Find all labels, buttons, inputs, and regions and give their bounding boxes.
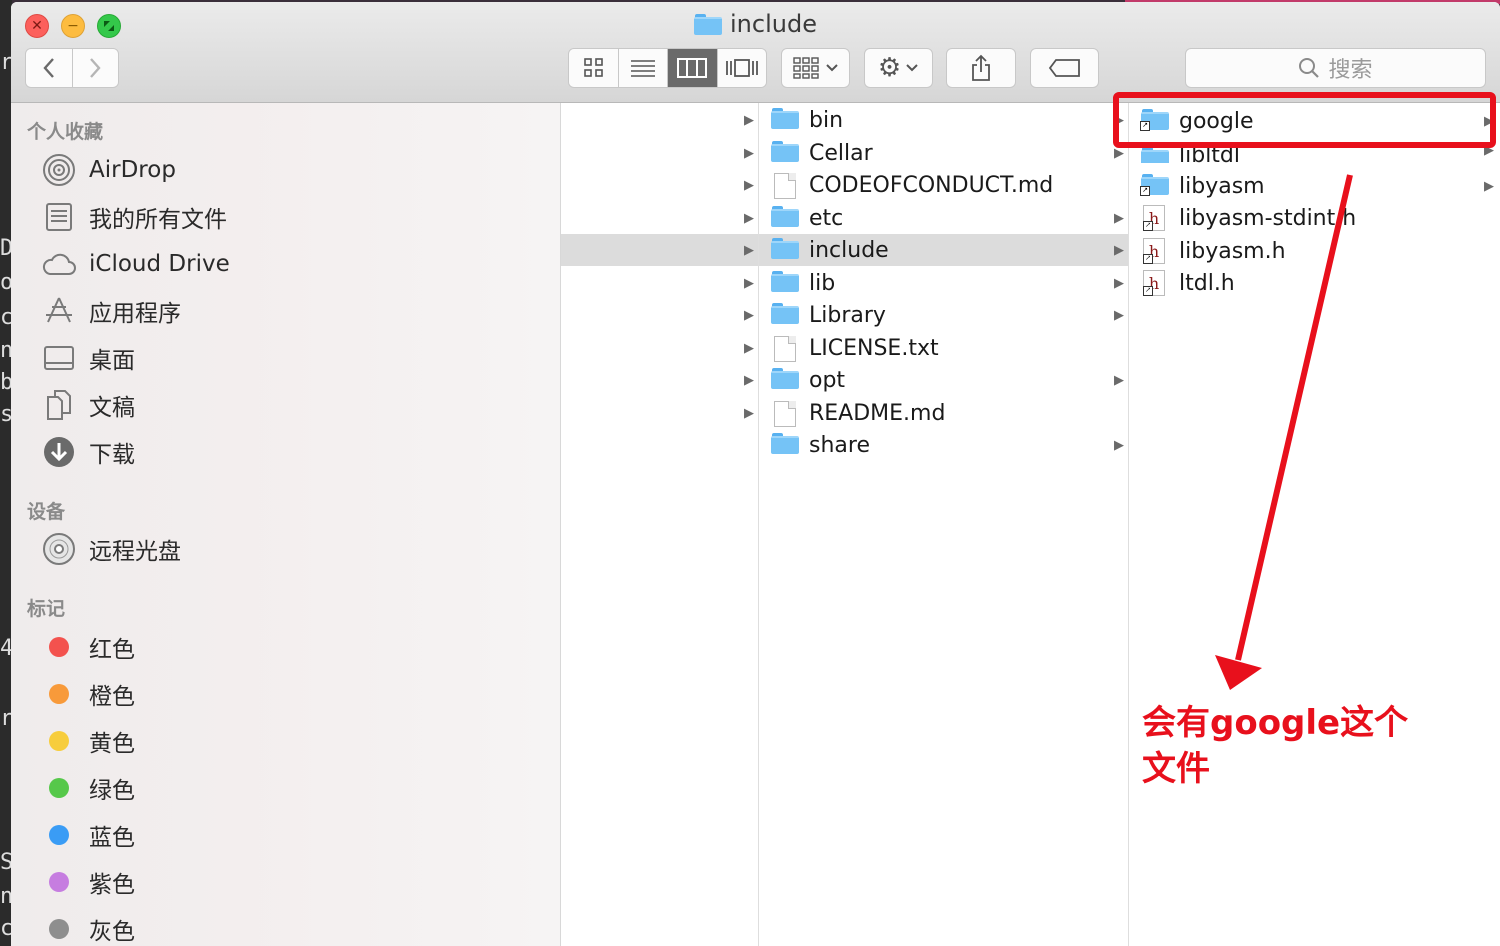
annotation-line-1: 会有google这个 bbox=[1142, 703, 1409, 743]
annotation-line-2: 文件 bbox=[1142, 749, 1210, 789]
annotation-text: 会有google这个 文件 bbox=[1142, 700, 1408, 792]
annotation-arrow bbox=[1215, 174, 1353, 690]
